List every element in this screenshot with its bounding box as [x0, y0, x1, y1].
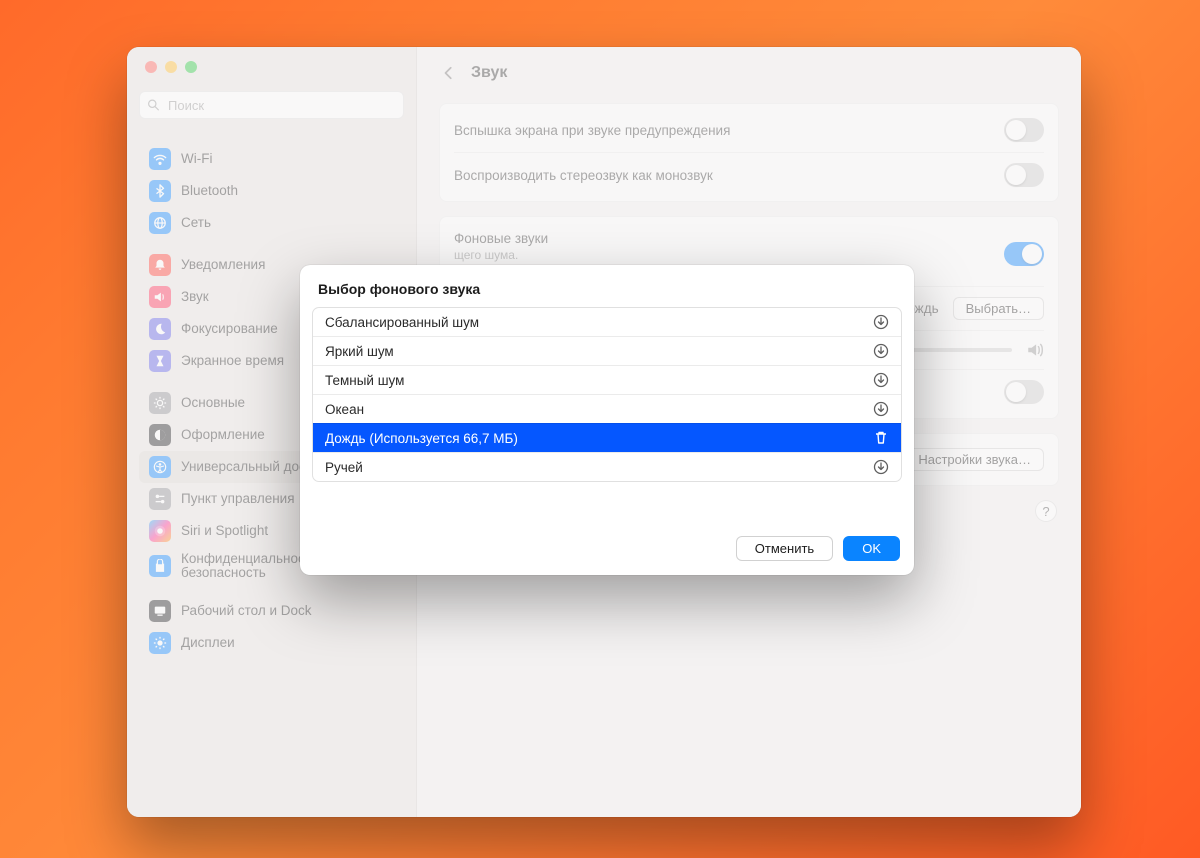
modal-spacer [300, 482, 914, 526]
ok-button[interactable]: OK [843, 536, 900, 561]
download-icon[interactable] [873, 372, 889, 388]
cancel-button[interactable]: Отменить [736, 536, 833, 561]
sound-option-label: Ручей [325, 460, 363, 475]
sound-option-label: Дождь (Используется 66,7 МБ) [325, 431, 518, 446]
sound-option-label: Океан [325, 402, 364, 417]
sound-option-label: Темный шум [325, 373, 404, 388]
download-icon[interactable] [873, 343, 889, 359]
sound-option-label: Сбалансированный шум [325, 315, 479, 330]
modal-list: Сбалансированный шум Яркий шум Темный шум О… [312, 307, 902, 482]
download-icon[interactable] [873, 459, 889, 475]
sound-option[interactable]: Океан [313, 394, 901, 423]
sound-option[interactable]: Яркий шум [313, 336, 901, 365]
background-sound-picker-modal: Выбор фонового звука Сбалансированный шу… [300, 265, 914, 575]
sound-option[interactable]: Темный шум [313, 365, 901, 394]
modal-footer: Отменить OK [300, 526, 914, 575]
modal-title: Выбор фонового звука [300, 265, 914, 307]
sound-option[interactable]: Дождь (Используется 66,7 МБ) [313, 423, 901, 452]
download-icon[interactable] [873, 401, 889, 417]
sound-option[interactable]: Ручей [313, 452, 901, 481]
sound-option-label: Яркий шум [325, 344, 394, 359]
download-icon[interactable] [873, 314, 889, 330]
trash-icon[interactable] [873, 430, 889, 446]
sound-option[interactable]: Сбалансированный шум [313, 308, 901, 336]
